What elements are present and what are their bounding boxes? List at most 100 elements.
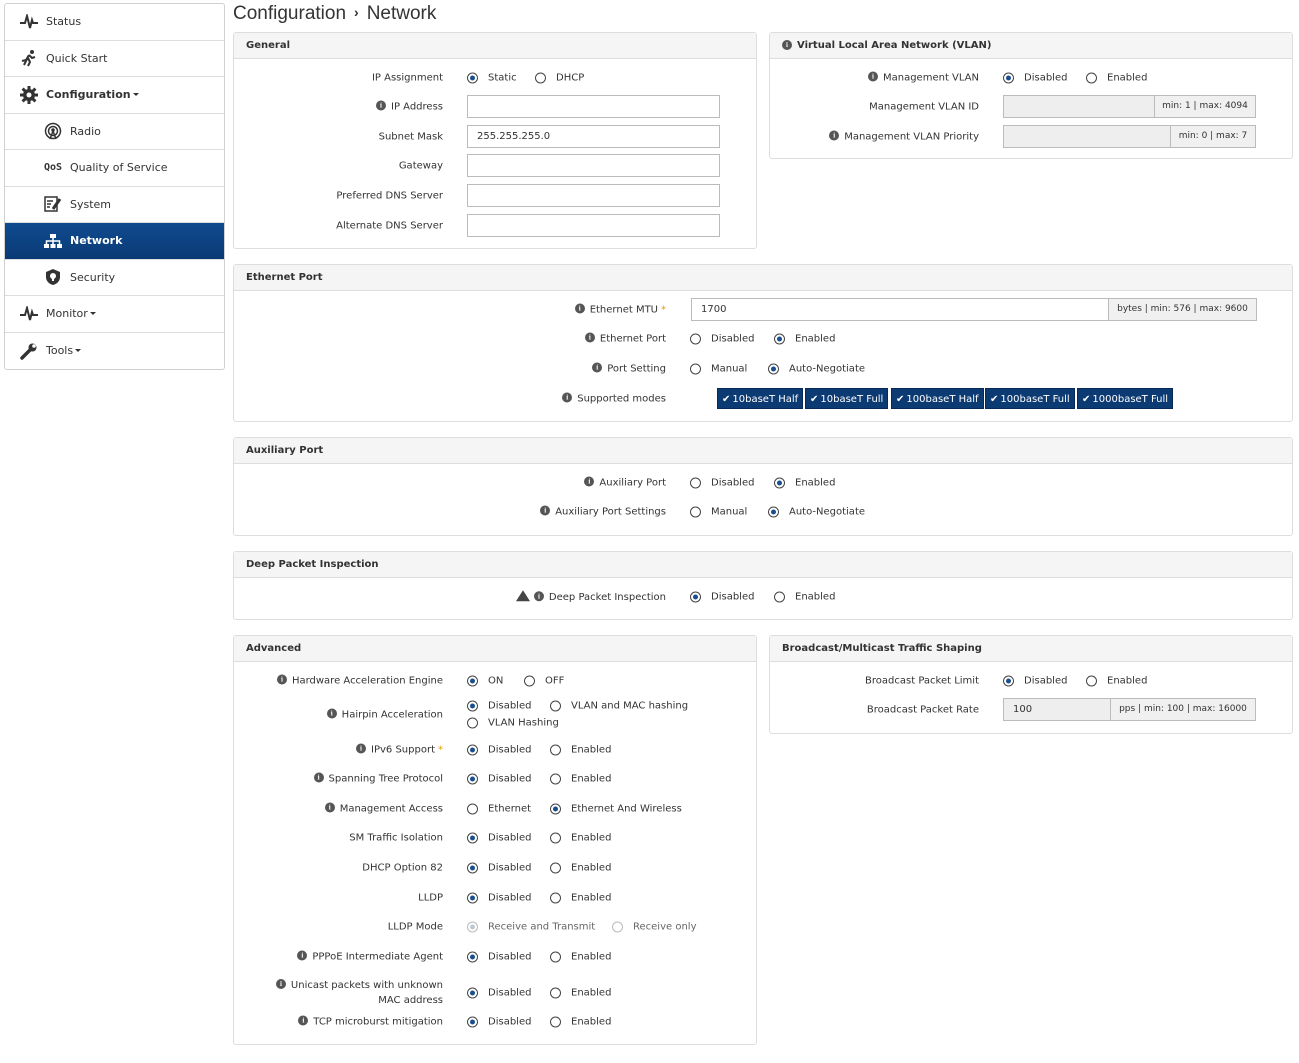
ip-static-radio[interactable]: Static — [467, 72, 517, 84]
mode-100baset-half[interactable]: ✔ 100baseT Half — [891, 388, 984, 409]
broadcast-limit-enabled-radio[interactable]: Enabled — [1086, 675, 1147, 687]
port-setting-manual-radio[interactable]: Manual — [690, 363, 747, 375]
info-icon[interactable]: i — [592, 362, 603, 373]
unicast-disabled-radio[interactable]: Disabled — [467, 987, 531, 999]
info-icon[interactable]: i — [584, 476, 595, 487]
nav-status[interactable]: Status — [5, 4, 224, 41]
info-icon[interactable]: i — [829, 130, 840, 141]
broadcast-limit-disabled-radio[interactable]: Disabled — [1003, 675, 1067, 687]
info-icon[interactable]: i — [867, 71, 878, 82]
checkmark-icon: ✔ — [896, 394, 905, 405]
ethernet-panel: Ethernet Port i Ethernet MTU * 1700 bytes … — [233, 264, 1293, 422]
tcp-disabled-radio[interactable]: Disabled — [467, 1016, 531, 1028]
pppoe-enabled-radio[interactable]: Enabled — [550, 951, 611, 963]
aux-settings-manual-radio[interactable]: Manual — [690, 506, 748, 518]
nav-monitor[interactable]: Monitor — [5, 296, 224, 333]
nav-qos[interactable]: QoS Quality of Service — [5, 150, 224, 187]
checkmark-icon: ✔ — [1082, 394, 1091, 405]
subnet-mask-label: Subnet Mask — [378, 131, 443, 143]
lldp-mode-rxtx-label: Receive and Transmit — [488, 921, 596, 933]
info-icon[interactable]: i — [356, 743, 367, 754]
info-icon[interactable]: i — [376, 100, 387, 111]
aux-port-enabled-radio[interactable]: Enabled — [774, 477, 835, 489]
monitor-pulse-icon — [19, 305, 39, 323]
stp-enabled-radio[interactable]: Enabled — [550, 773, 611, 785]
info-icon[interactable]: i — [562, 392, 573, 403]
info-icon[interactable]: i — [533, 590, 544, 601]
aux-settings-auto-radio[interactable]: Auto-Negotiate — [768, 506, 865, 518]
port-setting-auto-radio[interactable]: Auto-Negotiate — [768, 363, 865, 375]
radio-selected-icon — [774, 333, 785, 345]
preferred-dns-input[interactable] — [467, 184, 720, 207]
nav-network[interactable]: Network — [5, 223, 224, 260]
ipv6-disabled-radio[interactable]: Disabled — [467, 744, 531, 756]
info-icon[interactable]: i — [298, 1015, 309, 1026]
sm-isolation-disabled-radio[interactable]: Disabled — [467, 832, 532, 844]
nav-radio[interactable]: Radio — [5, 114, 224, 150]
unicast-enabled-radio[interactable]: Enabled — [550, 987, 611, 999]
ip-address-input[interactable] — [467, 95, 720, 118]
ethernet-port-disabled-radio[interactable]: Disabled — [690, 333, 754, 345]
info-icon[interactable]: i — [574, 303, 585, 314]
mgmt-access-eth-wireless-radio[interactable]: Ethernet And Wireless — [550, 803, 682, 815]
lldp-enabled-radio[interactable]: Enabled — [550, 892, 611, 904]
broadcast-rate-label: Broadcast Packet Rate — [866, 704, 979, 716]
info-icon[interactable]: i — [584, 332, 595, 343]
ip-dhcp-radio[interactable]: DHCP — [535, 72, 584, 84]
subnet-mask-input[interactable]: 255.255.255.0 — [467, 125, 720, 148]
alternate-dns-input[interactable] — [467, 214, 720, 237]
nav-security[interactable]: Security — [5, 260, 224, 296]
info-icon[interactable]: i — [326, 708, 337, 719]
aux-port-disabled-radio[interactable]: Disabled — [690, 477, 754, 489]
mode-10baset-half[interactable]: ✔ 10baseT Half — [717, 388, 804, 409]
ethernet-port-enabled-radio[interactable]: Enabled — [774, 333, 835, 345]
lldp-disabled-radio[interactable]: Disabled — [467, 892, 531, 904]
info-icon[interactable]: i — [276, 674, 287, 685]
caret-down-icon — [89, 312, 96, 316]
vlan-disabled-radio[interactable]: Disabled — [1003, 72, 1067, 84]
info-icon[interactable]: i — [782, 39, 792, 50]
vlan-priority-range: min: 0 | max: 7 — [1171, 125, 1256, 148]
radio-selected-icon — [690, 591, 701, 603]
radio-selected-icon — [467, 951, 478, 963]
hae-off-radio[interactable]: OFF — [524, 675, 564, 687]
nav-quick-start[interactable]: Quick Start — [5, 41, 224, 77]
info-icon[interactable]: i — [313, 772, 324, 783]
info-icon[interactable]: i — [540, 505, 551, 516]
nav-configuration[interactable]: Configuration — [5, 77, 224, 114]
hairpin-vlan-hashing-radio[interactable]: VLAN Hashing — [467, 717, 559, 729]
mode-1000baset-full[interactable]: ✔ 1000baseT Full — [1077, 388, 1174, 409]
info-icon[interactable]: i — [275, 979, 286, 989]
gateway-input[interactable] — [467, 154, 720, 177]
stp-text: Spanning Tree Protocol — [328, 773, 443, 785]
dpi-disabled-radio[interactable]: Disabled — [690, 591, 754, 603]
sm-isolation-enabled-radio[interactable]: Enabled — [550, 832, 611, 844]
mgmt-access-ethernet-radio[interactable]: Ethernet — [467, 803, 531, 815]
stp-disabled-radio[interactable]: Disabled — [467, 773, 531, 785]
radio-tower-icon — [43, 122, 63, 140]
hairpin-vlan-mac-radio[interactable]: VLAN and MAC hashing — [550, 700, 688, 712]
hairpin-disabled-radio[interactable]: Disabled — [467, 700, 531, 712]
gateway-label: Gateway — [398, 160, 443, 172]
ipv6-enabled-radio[interactable]: Enabled — [550, 744, 611, 756]
mode-10baset-full[interactable]: ✔ 10baseT Full — [805, 388, 889, 409]
tcp-enabled-radio[interactable]: Enabled — [550, 1016, 611, 1028]
aux-port-label: i Auxiliary Port — [584, 476, 666, 489]
info-icon[interactable]: i — [324, 802, 335, 813]
page-title: Network — [366, 3, 437, 24]
info-icon[interactable]: i — [297, 950, 308, 961]
nav-system[interactable]: System — [5, 187, 224, 223]
vlan-enabled-radio[interactable]: Enabled — [1086, 72, 1147, 84]
mode-100baset-full[interactable]: ✔ 100baseT Full — [985, 388, 1075, 409]
breadcrumb-section[interactable]: Configuration — [233, 3, 346, 24]
dhcp82-disabled-radio[interactable]: Disabled — [467, 862, 531, 874]
pppoe-text: PPPoE Intermediate Agent — [312, 951, 443, 963]
pppoe-disabled-radio[interactable]: Disabled — [467, 951, 531, 963]
hae-on-radio[interactable]: ON — [467, 675, 503, 687]
sm-isolation-disabled-label: Disabled — [488, 832, 532, 844]
aux-settings-manual-label: Manual — [711, 506, 748, 518]
dhcp82-enabled-radio[interactable]: Enabled — [550, 862, 611, 874]
ethernet-mtu-input[interactable]: 1700 — [691, 298, 1109, 321]
nav-tools[interactable]: Tools — [5, 333, 224, 370]
dpi-enabled-radio[interactable]: Enabled — [774, 591, 835, 603]
